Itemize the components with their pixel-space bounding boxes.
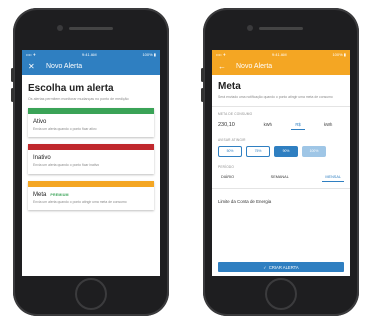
app-bar: ✕ Novo Alerta (22, 58, 160, 75)
divider (212, 105, 350, 107)
volume-button (11, 68, 14, 82)
earpiece (259, 27, 303, 30)
threshold-90-button[interactable]: 90% (274, 145, 298, 157)
page-title: Meta (218, 81, 241, 92)
volume-button (201, 68, 204, 82)
status-bar: •••• ✈ 9:41 AM 100% ▮ (212, 50, 350, 58)
stage: •••• ✈ 9:41 AM 100% ▮ ✕ Novo Alerta Esco… (0, 0, 366, 324)
threshold-100-button[interactable]: 100% (302, 145, 326, 157)
volume-button (201, 88, 204, 102)
alert-card-inativo[interactable]: Inativo Envia um alerta quando o ponto f… (28, 144, 154, 174)
consumo-label: META DE CONSUMO (218, 111, 253, 116)
card-title: Meta (33, 191, 47, 198)
back-arrow-icon[interactable]: ← (218, 62, 228, 71)
threshold-75-button[interactable]: 75% (246, 145, 270, 157)
close-icon[interactable]: ✕ (28, 62, 38, 71)
app-bar: ← Novo Alerta (212, 58, 350, 75)
threshold-50-button[interactable]: 50% (218, 145, 242, 157)
home-button[interactable] (75, 278, 107, 310)
volume-button (11, 88, 14, 102)
carrier-signal: •••• ✈ (26, 51, 37, 57)
tab-diario[interactable]: DIÁRIO (218, 173, 237, 182)
avisar-label: AVISAR ATINGIR (218, 137, 246, 142)
page-description: Será enviado uma notificação quando o po… (218, 95, 333, 99)
check-icon: ✓ (263, 264, 267, 270)
card-description: Envia um alerta quando o ponto atingir u… (33, 199, 127, 204)
home-button[interactable] (265, 278, 297, 310)
phone-right: •••• ✈ 9:41 AM 100% ▮ ← Novo Alerta Meta… (201, 8, 359, 316)
limit-label[interactable]: Limite da Conta de Energia (218, 199, 344, 204)
alert-card-ativo[interactable]: Ativo Envia um alerta quando o ponto fic… (28, 107, 154, 138)
unit-option-selected[interactable]: R$ (291, 120, 305, 130)
card-title: Ativo (33, 118, 47, 125)
unit-selector: kWh R$ kWh (252, 120, 344, 130)
battery-indicator: 100% ▮ (332, 51, 346, 57)
threshold-options: 50% 75% 90% 100% (218, 145, 344, 157)
create-alert-label: CRIAR ALERTA (268, 264, 299, 270)
phone-left: •••• ✈ 9:41 AM 100% ▮ ✕ Novo Alerta Esco… (11, 8, 169, 316)
tab-semanal[interactable]: SEMANAL (268, 173, 292, 182)
earpiece (69, 27, 113, 30)
status-bar: •••• ✈ 9:41 AM 100% ▮ (22, 50, 160, 58)
status-time: 9:41 AM (271, 51, 287, 57)
card-description: Envia um alerta quando o ponto ficar ina… (33, 163, 100, 168)
unit-option[interactable]: kWh (320, 120, 336, 130)
alert-card-meta[interactable]: Meta PREMIUM Envia um alerta quando o po… (28, 180, 154, 211)
consumo-input[interactable]: 230,10 (218, 122, 248, 128)
period-tabs: DIÁRIO SEMANAL MENSAL (218, 173, 344, 182)
carrier-signal: •••• ✈ (216, 51, 227, 57)
tab-mensal[interactable]: MENSAL (322, 173, 344, 182)
premium-badge: PREMIUM (50, 192, 69, 197)
screen-meta-form: •••• ✈ 9:41 AM 100% ▮ ← Novo Alerta Meta… (212, 50, 350, 276)
app-bar-title: Novo Alerta (236, 63, 273, 70)
card-description: Envia um alerta quando o ponto ficar ati… (33, 126, 97, 131)
alert-list: Escolha um alerta Os alertas permitem mo… (22, 75, 160, 211)
camera-icon (57, 25, 63, 31)
unit-option[interactable]: kWh (260, 120, 276, 130)
card-title: Inativo (33, 155, 51, 162)
periodo-label: PERÍODO (218, 164, 235, 169)
app-bar-title: Novo Alerta (46, 63, 83, 70)
divider (212, 187, 350, 189)
consumo-row: 230,10 kWh R$ kWh (218, 120, 344, 130)
status-time: 9:41 AM (81, 51, 97, 57)
camera-icon (247, 25, 253, 31)
page-description: Os alertas permitem monitorar mudanças n… (28, 97, 129, 101)
screen-alert-choice: •••• ✈ 9:41 AM 100% ▮ ✕ Novo Alerta Esco… (22, 50, 160, 276)
battery-indicator: 100% ▮ (142, 51, 156, 57)
create-alert-button[interactable]: ✓ CRIAR ALERTA (218, 262, 344, 272)
page-title: Escolha um alerta (28, 83, 114, 94)
